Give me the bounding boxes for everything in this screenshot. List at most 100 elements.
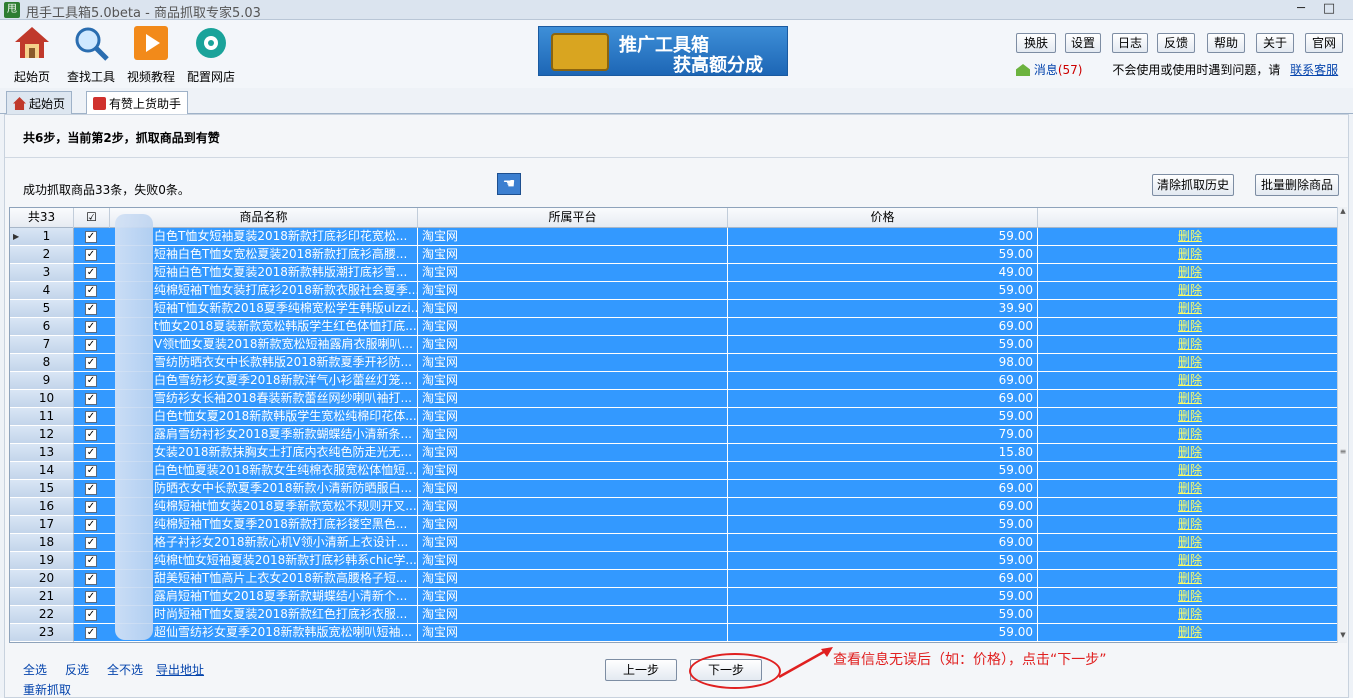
table-row[interactable]: 12 ✓ 露肩雪纺衬衫女2018夏季新款蝴蝶结小清新条... 淘宝网 79.00 删除 [10,426,1340,444]
delete-link[interactable]: 删除 [1178,517,1202,531]
row-checkbox-cell[interactable]: ✓ [74,426,110,444]
delete-link[interactable]: 删除 [1178,499,1202,513]
table-row[interactable]: 2 ✓ 短袖白色T恤女宽松夏装2018新款打底衫高腰... 淘宝网 59.00 删除 [10,246,1340,264]
prev-step-button[interactable]: 上一步 [605,659,677,681]
row-checkbox-cell[interactable]: ✓ [74,444,110,462]
delete-link[interactable]: 删除 [1178,355,1202,369]
row-checkbox[interactable]: ✓ [85,231,97,243]
row-checkbox-cell[interactable]: ✓ [74,552,110,570]
delete-link[interactable]: 删除 [1178,409,1202,423]
table-row[interactable]: 3 ✓ 短袖白色T恤女夏装2018新款韩版潮打底衫雪... 淘宝网 49.00 删除 [10,264,1340,282]
maximize-button[interactable]: □ [1318,1,1340,19]
delete-link[interactable]: 删除 [1178,319,1202,333]
website-button[interactable]: 官网 [1305,33,1343,53]
row-checkbox-cell[interactable]: ✓ [74,570,110,588]
row-checkbox-cell[interactable]: ✓ [74,264,110,282]
row-checkbox-cell[interactable]: ✓ [74,390,110,408]
table-row[interactable]: 1 ▶ ✓ 白色T恤女短袖夏装2018新款打底衫印花宽松... 淘宝网 59.00 删除 [10,228,1340,246]
row-checkbox[interactable]: ✓ [85,555,97,567]
row-checkbox-cell[interactable]: ✓ [74,336,110,354]
row-checkbox-cell[interactable]: ✓ [74,318,110,336]
row-checkbox[interactable]: ✓ [85,609,97,621]
grid-scrollbar[interactable]: ▲ ≡ ▼ [1337,207,1347,643]
row-checkbox[interactable]: ✓ [85,411,97,423]
delete-link[interactable]: 删除 [1178,229,1202,243]
row-checkbox[interactable]: ✓ [85,483,97,495]
table-row[interactable]: 17 ✓ 纯棉短袖T恤女夏季2018新款打底衫镂空黑色... 淘宝网 59.00 删除 [10,516,1340,534]
select-all-link[interactable]: 全选 [23,661,47,678]
tab-youzan-helper[interactable]: 有赞上货助手 [86,91,189,115]
delete-link[interactable]: 删除 [1178,373,1202,387]
row-checkbox-cell[interactable]: ✓ [74,588,110,606]
delete-link[interactable]: 删除 [1178,265,1202,279]
row-checkbox[interactable]: ✓ [85,429,97,441]
row-checkbox[interactable]: ✓ [85,357,97,369]
table-row[interactable]: 8 ✓ 雪纺防晒衣女中长款韩版2018新款夏季开衫防... 淘宝网 98.00 删除 [10,354,1340,372]
row-checkbox[interactable]: ✓ [85,591,97,603]
feedback-button[interactable]: 反馈 [1157,33,1195,53]
skin-button[interactable]: 换肤 [1016,33,1056,53]
tab-start-page[interactable]: 起始页 [6,91,73,114]
batch-delete-button[interactable]: 批量删除商品 [1255,174,1339,196]
delete-link[interactable]: 删除 [1178,589,1202,603]
table-row[interactable]: 22 ✓ 时尚短袖T恤女夏装2018新款红色打底衫衣服... 淘宝网 59.00 删除 [10,606,1340,624]
header-platform[interactable]: 所属平台 [418,208,728,228]
scroll-up-icon[interactable]: ▲ [1338,207,1348,219]
minimize-button[interactable]: ─ [1290,1,1312,19]
delete-link[interactable]: 删除 [1178,607,1202,621]
delete-link[interactable]: 删除 [1178,337,1202,351]
table-row[interactable]: 19 ✓ 纯棉t恤女短袖夏装2018新款打底衫韩系chic学... 淘宝网 59.00 删… [10,552,1340,570]
delete-link[interactable]: 删除 [1178,283,1202,297]
row-checkbox[interactable]: ✓ [85,537,97,549]
table-row[interactable]: 18 ✓ 格子衬衫女2018新款心机V领小清新上衣设计... 淘宝网 69.00 删除 [10,534,1340,552]
table-row[interactable]: 16 ✓ 纯棉短袖t恤女装2018夏季新款宽松不规则开叉... 淘宝网 69.00 删除 [10,498,1340,516]
help-button[interactable]: 帮助 [1207,33,1245,53]
export-address-link[interactable]: 导出地址 [156,661,204,678]
delete-link[interactable]: 删除 [1178,427,1202,441]
scroll-thumb[interactable]: ≡ [1339,447,1347,467]
delete-link[interactable]: 删除 [1178,625,1202,639]
settings-button[interactable]: 设置 [1065,33,1101,53]
delete-link[interactable]: 删除 [1178,247,1202,261]
row-checkbox-cell[interactable]: ✓ [74,606,110,624]
log-button[interactable]: 日志 [1112,33,1148,53]
promo-banner[interactable]: 推广工具箱 获高额分成 [538,26,788,76]
table-row[interactable]: 7 ✓ V领t恤女夏装2018新款宽松短袖露肩衣服喇叭... 淘宝网 59.00 删除 [10,336,1340,354]
row-checkbox-cell[interactable]: ✓ [74,498,110,516]
row-checkbox-cell[interactable]: ✓ [74,624,110,642]
table-row[interactable]: 21 ✓ 露肩短袖T恤女2018夏季新款蝴蝶结小清新个... 淘宝网 59.00 删除 [10,588,1340,606]
clear-history-button[interactable]: 清除抓取历史 [1152,174,1234,196]
scroll-down-icon[interactable]: ▼ [1338,631,1348,643]
table-row[interactable]: 23 ✓ 超仙雪纺衫女夏季2018新款韩版宽松喇叭短袖... 淘宝网 59.00 删除 [10,624,1340,642]
row-checkbox-cell[interactable]: ✓ [74,408,110,426]
delete-link[interactable]: 删除 [1178,481,1202,495]
table-row[interactable]: 6 ✓ t恤女2018夏装新款宽松韩版学生红色体恤打底... 淘宝网 69.00 删除 [10,318,1340,336]
header-select-all-checkbox[interactable]: ☑ [74,208,110,228]
table-row[interactable]: 4 ✓ 纯棉短袖T恤女装打底衫2018新款衣服社会夏季... 淘宝网 59.00 删除 [10,282,1340,300]
delete-link[interactable]: 删除 [1178,535,1202,549]
delete-link[interactable]: 删除 [1178,571,1202,585]
row-checkbox[interactable]: ✓ [85,393,97,405]
table-row[interactable]: 14 ✓ 白色t恤夏装2018新款女生纯棉衣服宽松体恤短... 淘宝网 59.00 删除 [10,462,1340,480]
table-row[interactable]: 15 ✓ 防晒衣女中长款夏季2018新款小清新防晒服白... 淘宝网 69.00 删除 [10,480,1340,498]
header-product-name[interactable]: 商品名称 [110,208,418,228]
delete-link[interactable]: 删除 [1178,463,1202,477]
row-checkbox-cell[interactable]: ✓ [74,372,110,390]
table-row[interactable]: 10 ✓ 雪纺衫女长袖2018春装新款蕾丝网纱喇叭袖打... 淘宝网 69.00 删除 [10,390,1340,408]
table-row[interactable]: 11 ✓ 白色t恤女夏2018新款韩版学生宽松纯棉印花体... 淘宝网 59.00 删除 [10,408,1340,426]
tool-find[interactable]: 查找工具 [61,24,121,85]
row-checkbox[interactable]: ✓ [85,501,97,513]
row-checkbox-cell[interactable]: ✓ [74,354,110,372]
contact-support-link[interactable]: 联系客服 [1290,63,1338,77]
about-button[interactable]: 关于 [1256,33,1294,53]
tool-config[interactable]: 配置网店 [181,24,241,85]
tool-video[interactable]: 视频教程 [121,24,181,85]
hand-pointer-icon[interactable]: ☚ [497,173,521,195]
row-checkbox[interactable]: ✓ [85,339,97,351]
row-checkbox-cell[interactable]: ✓ [74,228,110,246]
row-checkbox-cell[interactable]: ✓ [74,462,110,480]
row-checkbox[interactable]: ✓ [85,375,97,387]
row-checkbox[interactable]: ✓ [85,447,97,459]
row-checkbox[interactable]: ✓ [85,573,97,585]
delete-link[interactable]: 删除 [1178,445,1202,459]
